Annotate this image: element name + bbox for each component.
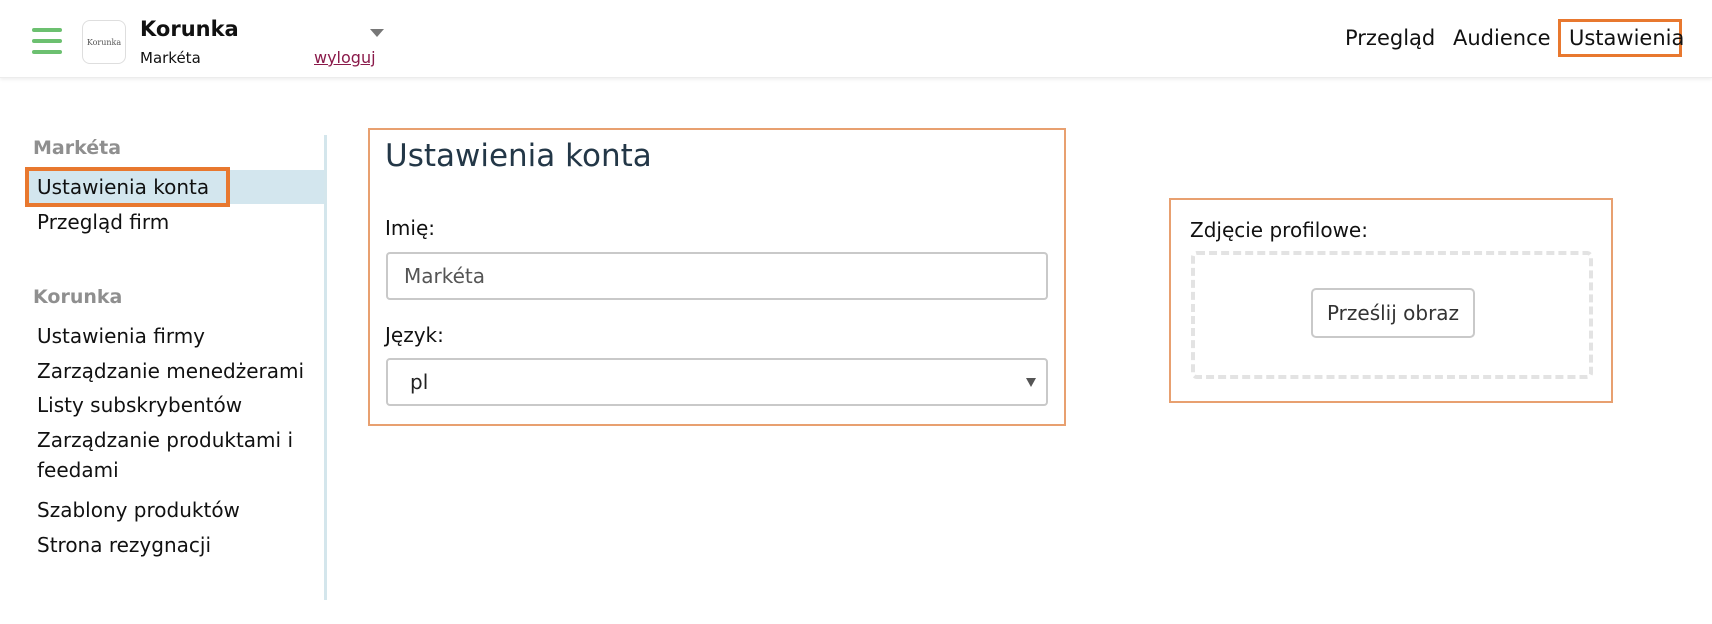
organization-name: Korunka [140, 17, 239, 41]
upload-image-button[interactable]: Prześlij obraz [1311, 288, 1475, 338]
account-settings-panel: Ustawienia konta Imię: Język: pl [368, 128, 1066, 426]
page-title: Ustawienia konta [385, 138, 652, 174]
profile-photo-label: Zdjęcie profilowe: [1190, 218, 1368, 242]
nav-audience[interactable]: Audience [1453, 26, 1551, 50]
sidebar-item-managers[interactable]: Zarządzanie menedżerami [37, 356, 304, 386]
settings-sidebar: Markéta Ustawienia konta Przegląd firm K… [0, 135, 327, 600]
menu-line [32, 28, 62, 32]
sidebar-item-subscriber-lists[interactable]: Listy subskrybentów [37, 390, 242, 420]
menu-line [32, 39, 62, 43]
company-logo: Korunka [82, 20, 126, 64]
top-header: Korunka Korunka Markéta wyloguj Przegląd… [0, 0, 1712, 78]
organization-dropdown-icon[interactable] [370, 29, 384, 37]
nav-overview[interactable]: Przegląd [1345, 26, 1435, 50]
sidebar-item-company-overview[interactable]: Przegląd firm [37, 207, 169, 237]
sidebar-item-unsubscribe-page[interactable]: Strona rezygnacji [37, 530, 211, 560]
sidebar-item-product-templates[interactable]: Szablony produktów [37, 495, 240, 525]
sidebar-item-products-feeds[interactable]: Zarządzanie produktami i feedami [37, 425, 307, 485]
menu-line [32, 50, 62, 54]
sidebar-heading-user: Markéta [33, 137, 122, 159]
user-name: Markéta [140, 49, 201, 67]
image-dropzone[interactable]: Prześlij obraz [1191, 251, 1593, 379]
language-label: Język: [385, 323, 444, 347]
name-field[interactable] [386, 252, 1048, 300]
sidebar-heading-company: Korunka [33, 286, 123, 308]
language-select[interactable]: pl [386, 358, 1048, 406]
hamburger-menu-icon[interactable] [32, 28, 62, 54]
dropdown-arrow-icon [1026, 378, 1036, 387]
nav-settings[interactable]: Ustawienia [1569, 26, 1684, 50]
language-selected-value: pl [410, 370, 429, 394]
sidebar-item-account-settings[interactable]: Ustawienia konta [37, 172, 209, 202]
profile-photo-panel: Zdjęcie profilowe: Prześlij obraz [1169, 198, 1613, 403]
sidebar-item-company-settings[interactable]: Ustawienia firmy [37, 321, 205, 351]
logout-link[interactable]: wyloguj [314, 48, 376, 67]
logo-text: Korunka [86, 37, 122, 47]
name-label: Imię: [385, 216, 435, 240]
